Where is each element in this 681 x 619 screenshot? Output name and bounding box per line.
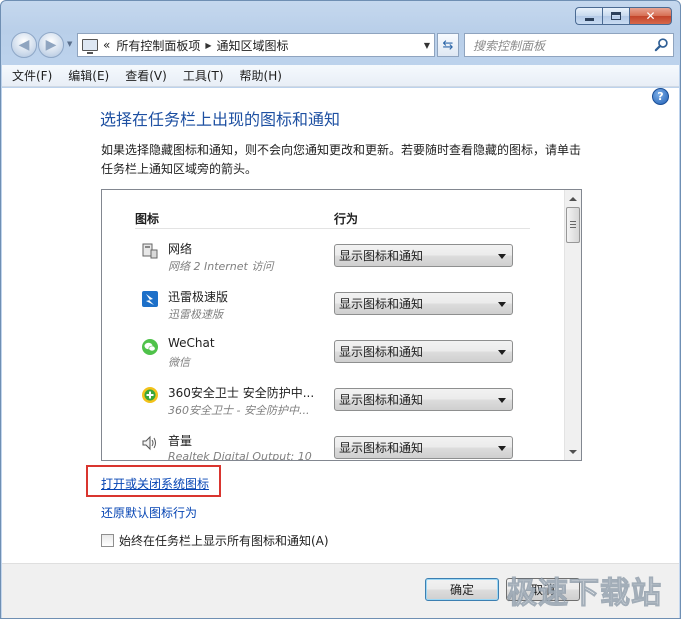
menu-bar: 文件(F) 编辑(E) 查看(V) 工具(T) 帮助(H) xyxy=(2,65,679,87)
chevron-down-icon xyxy=(498,446,506,451)
item-name: 网络 xyxy=(168,242,193,256)
arrow-left-icon: ◀ xyxy=(18,37,30,53)
item-name: 音量 xyxy=(168,434,193,448)
breadcrumb-all-items[interactable]: 所有控制面板项 xyxy=(116,37,200,54)
chevron-down-icon xyxy=(498,350,506,355)
item-description: 网络 2 Internet 访问 xyxy=(168,260,274,273)
chevron-down-icon xyxy=(498,302,506,307)
help-button[interactable]: ? xyxy=(652,88,669,105)
address-dropdown-icon[interactable]: ▼ xyxy=(424,41,430,50)
behavior-dropdown[interactable]: 显示图标和通知 xyxy=(334,388,513,411)
address-bar[interactable]: « 所有控制面板项 ▶ 通知区域图标 ▼ xyxy=(77,33,435,57)
navigation-bar: ◀ ▶ ▼ « 所有控制面板项 ▶ 通知区域图标 ▼ ⇆ 搜索控制面板 xyxy=(9,31,674,59)
behavior-value: 显示图标和通知 xyxy=(339,441,424,455)
control-panel-window: ✕ ◀ ▶ ▼ « 所有控制面板项 ▶ 通知区域图标 ▼ ⇆ 搜索控制面板 文件… xyxy=(0,0,681,619)
close-icon: ✕ xyxy=(645,9,656,23)
maximize-button[interactable] xyxy=(602,7,629,25)
caption-buttons: ✕ xyxy=(575,7,672,25)
thunder-icon xyxy=(142,291,158,307)
item-name: 360安全卫士 安全防护中... xyxy=(168,386,315,400)
behavior-dropdown[interactable]: 显示图标和通知 xyxy=(334,340,513,363)
behavior-value: 显示图标和通知 xyxy=(339,249,424,263)
address-overflow[interactable]: « xyxy=(103,38,110,52)
minimize-button[interactable] xyxy=(575,7,602,25)
search-input[interactable]: 搜索控制面板 xyxy=(473,37,545,54)
menu-view[interactable]: 查看(V) xyxy=(125,67,167,84)
always-show-checkbox[interactable] xyxy=(101,534,114,547)
refresh-button[interactable]: ⇆ xyxy=(437,33,459,57)
speaker-icon xyxy=(142,435,156,451)
column-header-behavior: 行为 xyxy=(334,212,359,226)
list-item-network: 网络 网络 2 Internet 访问 显示图标和通知 xyxy=(135,238,530,282)
scroll-thumb[interactable] xyxy=(566,207,580,243)
breadcrumb-notification-icons[interactable]: 通知区域图标 xyxy=(217,37,289,54)
item-description: 微信 xyxy=(168,356,190,369)
search-box[interactable]: 搜索控制面板 xyxy=(464,33,674,57)
always-show-label[interactable]: 始终在任务栏上显示所有图标和通知(A) xyxy=(119,532,329,549)
menu-edit[interactable]: 编辑(E) xyxy=(68,67,109,84)
behavior-dropdown[interactable]: 显示图标和通知 xyxy=(334,244,513,267)
toggle-system-icons-link[interactable]: 打开或关闭系统图标 xyxy=(101,475,209,492)
restore-default-behavior-link[interactable]: 还原默认图标行为 xyxy=(101,504,197,521)
notification-icons-list: 图标 行为 网络 网络 2 Internet 访问 显示图标和通知 迅雷极速版 xyxy=(101,189,582,461)
behavior-value: 显示图标和通知 xyxy=(339,345,424,359)
back-button[interactable]: ◀ xyxy=(11,32,37,58)
behavior-dropdown[interactable]: 显示图标和通知 xyxy=(334,436,513,459)
search-icon[interactable] xyxy=(654,37,669,52)
watermark-text: 极速下载站 xyxy=(507,576,662,612)
column-header-icon: 图标 xyxy=(135,212,160,226)
ok-button[interactable]: 确定 xyxy=(425,578,499,601)
360-icon xyxy=(142,387,158,403)
menu-tools[interactable]: 工具(T) xyxy=(183,67,224,84)
page-description: 如果选择隐藏图标和通知，则不会向您通知更改和更新。若要随时查看隐藏的图标，请单击… xyxy=(101,143,582,176)
recent-pages-dropdown-icon[interactable]: ▼ xyxy=(67,40,72,48)
vertical-scrollbar[interactable] xyxy=(564,190,581,460)
menu-file[interactable]: 文件(F) xyxy=(12,67,52,84)
scroll-up-button[interactable] xyxy=(565,190,581,207)
wechat-icon xyxy=(142,339,158,355)
chevron-down-icon xyxy=(498,254,506,259)
arrow-right-icon: ▶ xyxy=(45,37,57,53)
behavior-dropdown[interactable]: 显示图标和通知 xyxy=(334,292,513,315)
behavior-value: 显示图标和通知 xyxy=(339,393,424,407)
item-description: 迅雷极速版 xyxy=(168,308,223,321)
list-item-thunder: 迅雷极速版 迅雷极速版 显示图标和通知 xyxy=(135,286,530,330)
item-name: 迅雷极速版 xyxy=(168,290,229,304)
maximize-icon xyxy=(611,12,621,20)
chevron-down-icon xyxy=(498,398,506,403)
network-icon xyxy=(142,243,158,259)
behavior-value: 显示图标和通知 xyxy=(339,297,424,311)
always-show-all-option[interactable]: 始终在任务栏上显示所有图标和通知(A) xyxy=(101,532,329,549)
breadcrumb-separator-icon[interactable]: ▶ xyxy=(205,41,211,50)
menu-help[interactable]: 帮助(H) xyxy=(240,67,282,84)
close-button[interactable]: ✕ xyxy=(629,7,672,25)
scroll-down-button[interactable] xyxy=(565,443,581,460)
control-panel-icon xyxy=(82,39,98,54)
refresh-icon: ⇆ xyxy=(442,37,454,53)
forward-button[interactable]: ▶ xyxy=(38,32,64,58)
content-area: ? 选择在任务栏上出现的图标和通知 如果选择隐藏图标和通知，则不会向您通知更改和… xyxy=(2,88,679,563)
header-divider xyxy=(135,228,530,229)
list-item-360: 360安全卫士 安全防护中... 360安全卫士 - 安全防护中... 显示图标… xyxy=(135,382,530,426)
page-title: 选择在任务栏上出现的图标和通知 xyxy=(100,110,341,129)
list-item-volume: 音量 Realtek Digital Output: 10 显示图标和通知 xyxy=(135,430,530,461)
minimize-icon xyxy=(584,17,594,21)
item-description: 360安全卫士 - 安全防护中... xyxy=(168,404,310,417)
item-description: Realtek Digital Output: 10 xyxy=(168,450,312,461)
list-item-wechat: WeChat 微信 显示图标和通知 xyxy=(135,334,530,378)
item-name: WeChat xyxy=(168,336,215,350)
help-icon: ? xyxy=(657,90,664,103)
